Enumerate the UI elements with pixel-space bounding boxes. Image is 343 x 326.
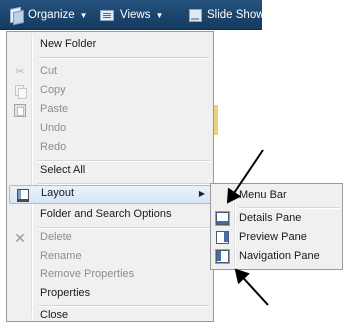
annotation-arrow-down [226,149,264,204]
annotation-arrows [226,149,269,306]
annotation-arrow-up [234,268,269,306]
